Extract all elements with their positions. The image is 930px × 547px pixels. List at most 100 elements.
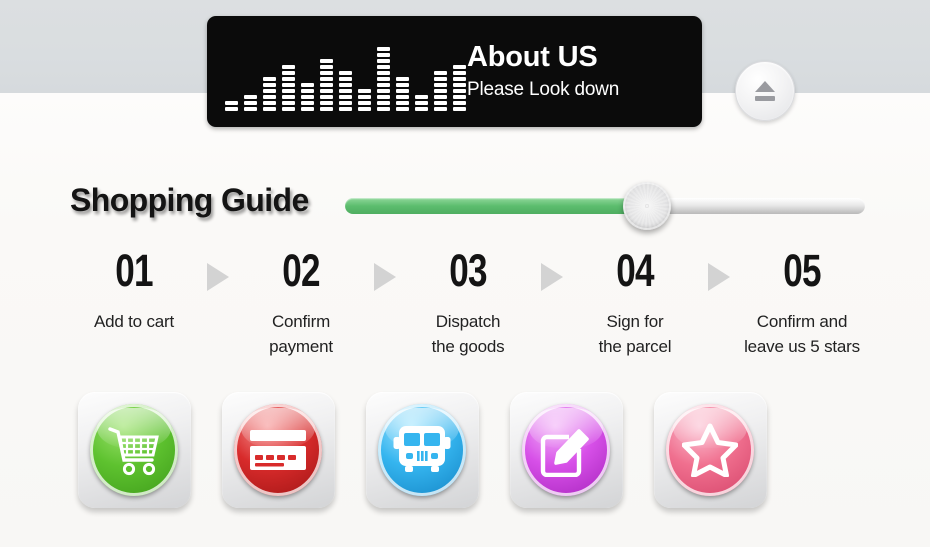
equalizer-segment (396, 95, 409, 99)
equalizer-segment (263, 77, 276, 81)
banner-text-block: About US Please Look down (467, 42, 682, 101)
equalizer-segment (244, 101, 257, 105)
equalizer-bar (263, 77, 276, 111)
equalizer-bar (320, 59, 333, 111)
eject-triangle-icon (755, 81, 775, 92)
equalizer-bar (282, 65, 295, 111)
equalizer-segment (244, 107, 257, 111)
step-icon-button-02[interactable] (221, 392, 335, 508)
step-arrow-icon (540, 263, 563, 291)
equalizer-segment (377, 101, 390, 105)
step-arrow-icon (707, 263, 730, 291)
step-04: 04 Sign for the parcel (563, 248, 707, 359)
step-number: 02 (282, 245, 320, 296)
equalizer-segment (339, 71, 352, 75)
equalizer-segment (282, 107, 295, 111)
equalizer-segment (377, 53, 390, 57)
delivery-truck-icon (378, 404, 466, 496)
equalizer-bar (415, 95, 428, 111)
equalizer-segment (263, 107, 276, 111)
equalizer-segment (358, 101, 371, 105)
equalizer-segment (339, 83, 352, 87)
equalizer-bar (244, 95, 257, 111)
equalizer-segment (377, 77, 390, 81)
equalizer-segment (225, 101, 238, 105)
step-05: 05 Confirm and leave us 5 stars (730, 248, 874, 359)
step-label: Dispatch the goods (431, 312, 505, 356)
step-number: 03 (449, 245, 487, 296)
equalizer-segment (339, 107, 352, 111)
progress-slider[interactable] (345, 182, 865, 230)
equalizer-segment (453, 107, 466, 111)
equalizer-segment (396, 83, 409, 87)
step-label: Confirm payment (269, 312, 333, 356)
equalizer-segment (358, 107, 371, 111)
step-number: 05 (783, 245, 821, 296)
equalizer-segment (453, 77, 466, 81)
equalizer-graphic (225, 39, 485, 111)
equalizer-segment (358, 95, 371, 99)
equalizer-segment (282, 101, 295, 105)
equalizer-segment (320, 59, 333, 63)
equalizer-segment (263, 83, 276, 87)
equalizer-segment (320, 65, 333, 69)
equalizer-bar (225, 101, 238, 111)
step-icon-button-01[interactable] (77, 392, 191, 508)
equalizer-segment (339, 101, 352, 105)
equalizer-segment (320, 77, 333, 81)
equalizer-segment (282, 89, 295, 93)
banner-subtitle: Please Look down (467, 79, 620, 101)
icon-slot (62, 392, 206, 508)
equalizer-segment (377, 71, 390, 75)
equalizer-segment (320, 107, 333, 111)
equalizer-segment (453, 101, 466, 105)
credit-card-icon (234, 404, 322, 496)
equalizer-segment (244, 95, 257, 99)
equalizer-segment (301, 89, 314, 93)
step-icon-button-03[interactable] (365, 392, 479, 508)
eject-button[interactable] (735, 61, 795, 121)
equalizer-segment (263, 101, 276, 105)
equalizer-bar (377, 47, 390, 111)
equalizer-segment (415, 101, 428, 105)
equalizer-segment (301, 83, 314, 87)
slider-knob-handle[interactable] (623, 182, 671, 230)
equalizer-segment (282, 65, 295, 69)
step-icon-button-05[interactable] (653, 392, 767, 508)
equalizer-segment (225, 107, 238, 111)
step-label: Sign for the parcel (598, 312, 672, 356)
slider-track-filled (345, 198, 647, 214)
equalizer-segment (263, 89, 276, 93)
equalizer-segment (377, 83, 390, 87)
equalizer-segment (358, 89, 371, 93)
equalizer-segment (320, 101, 333, 105)
step-icon-button-04[interactable] (509, 392, 623, 508)
equalizer-segment (434, 77, 447, 81)
edit-pencil-icon (522, 404, 610, 496)
equalizer-segment (434, 107, 447, 111)
equalizer-segment (396, 101, 409, 105)
step-icons-row (62, 392, 874, 512)
equalizer-segment (320, 95, 333, 99)
equalizer-segment (377, 107, 390, 111)
star-icon (666, 404, 754, 496)
equalizer-segment (320, 83, 333, 87)
equalizer-bar (301, 83, 314, 111)
step-02: 02 Confirm payment (229, 248, 373, 359)
equalizer-segment (263, 95, 276, 99)
equalizer-segment (434, 71, 447, 75)
page-title: Shopping Guide (70, 182, 309, 218)
step-label: Add to cart (93, 312, 174, 331)
equalizer-segment (434, 101, 447, 105)
equalizer-segment (377, 89, 390, 93)
equalizer-bar (358, 89, 371, 111)
about-us-banner: About US Please Look down (207, 16, 702, 127)
equalizer-segment (453, 71, 466, 75)
equalizer-segment (377, 59, 390, 63)
equalizer-segment (377, 65, 390, 69)
equalizer-segment (434, 83, 447, 87)
equalizer-segment (453, 89, 466, 93)
icon-slot (494, 392, 638, 508)
step-01: 01 Add to cart (62, 248, 206, 335)
equalizer-segment (377, 95, 390, 99)
